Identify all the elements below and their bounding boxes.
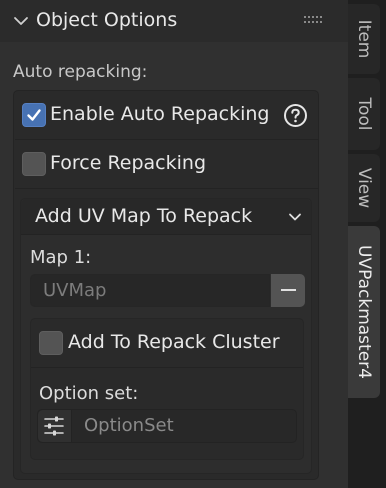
- uv-map-name-value: UVMap: [43, 280, 107, 301]
- tab-uvpackmaster4[interactable]: UVPackmaster4: [348, 226, 380, 398]
- tab-tool[interactable]: Tool: [348, 78, 380, 150]
- enable-auto-repacking-checkbox[interactable]: [22, 103, 46, 127]
- sliders-icon: [44, 416, 64, 436]
- row-divider: [15, 188, 319, 189]
- force-repacking-label: Force Repacking: [50, 152, 207, 174]
- add-to-repack-cluster-checkbox[interactable]: [39, 331, 63, 355]
- add-uv-map-dropdown[interactable]: Add UV Map To Repack: [21, 199, 311, 235]
- add-to-repack-cluster-label: Add To Repack Cluster: [68, 331, 280, 353]
- force-repacking-row[interactable]: Force Repacking: [14, 140, 318, 188]
- blender-sidebar: Object Options Auto repacking: Enable Au…: [0, 0, 386, 488]
- row-divider: [31, 367, 303, 368]
- enable-auto-repacking-label: Enable Auto Repacking: [50, 103, 270, 125]
- chevron-down-icon: [289, 213, 301, 221]
- option-set-placeholder: OptionSet: [84, 415, 174, 436]
- tab-view[interactable]: View: [348, 154, 380, 222]
- auto-repacking-box: Enable Auto Repacking Force Repacking Ad…: [13, 90, 319, 480]
- uv-map-box: Add UV Map To Repack Map 1: UVMap Add To…: [20, 198, 312, 474]
- repack-cluster-box: Add To Repack Cluster Option set: Option…: [30, 318, 304, 460]
- map-1-label: Map 1:: [30, 247, 92, 268]
- add-to-repack-cluster-row[interactable]: Add To Repack Cluster: [31, 319, 303, 367]
- panel-header[interactable]: Object Options: [0, 0, 348, 42]
- auto-repacking-label: Auto repacking:: [13, 62, 148, 82]
- drag-grip-icon[interactable]: [304, 16, 322, 24]
- help-icon[interactable]: [283, 103, 308, 128]
- checkmark-icon: [27, 109, 41, 121]
- chevron-down-icon[interactable]: [12, 12, 30, 30]
- panel-title: Object Options: [36, 9, 178, 31]
- force-repacking-checkbox[interactable]: [22, 152, 46, 176]
- enable-auto-repacking-row[interactable]: Enable Auto Repacking: [14, 91, 318, 139]
- uv-map-name-field[interactable]: UVMap: [30, 274, 270, 307]
- object-options-panel: Object Options Auto repacking: Enable Au…: [0, 0, 348, 488]
- option-set-icon-button[interactable]: [38, 410, 72, 442]
- remove-map-button[interactable]: [271, 274, 305, 307]
- add-uv-map-dropdown-label: Add UV Map To Repack: [35, 205, 253, 227]
- tab-item[interactable]: Item: [348, 4, 380, 74]
- tab-item-label: Item: [354, 19, 374, 59]
- tab-uvpackmaster4-label: UVPackmaster4: [354, 245, 374, 379]
- tab-view-label: View: [354, 167, 374, 209]
- option-set-label: Option set:: [39, 383, 139, 404]
- minus-icon: [281, 289, 296, 291]
- tab-tool-label: Tool: [354, 97, 374, 131]
- option-set-field[interactable]: OptionSet: [37, 409, 297, 443]
- sidebar-tab-strip: Item Tool View UVPackmaster4: [348, 0, 386, 488]
